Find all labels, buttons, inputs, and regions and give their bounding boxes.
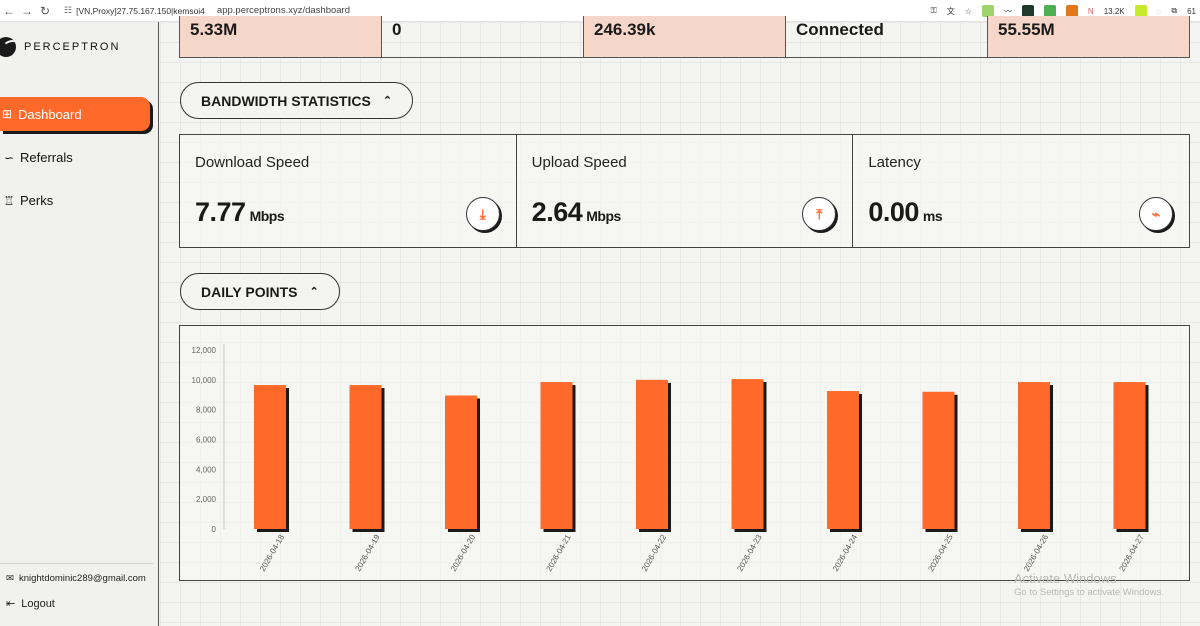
bar [445, 395, 477, 529]
proxy-label: [VN,Proxy]27.75.167.150|kemsoi4 [76, 5, 205, 16]
sidebar-item-label: Perks [20, 193, 54, 208]
extensions-puzzle-icon[interactable]: ⧉ [1171, 6, 1177, 16]
daily-points-section-toggle[interactable]: DAILY POINTS ⌃ [180, 273, 340, 310]
grid-icon: ⊞ [1, 107, 13, 121]
reload-icon[interactable]: ↻ [36, 4, 54, 18]
daily-points-chart-svg: 12,000 10,000 8,000 6,000 4,000 2,000 0 2026-04… [192, 344, 1149, 573]
stat-card: 246.39k [584, 16, 786, 57]
logout-label: Logout [21, 597, 55, 610]
key-icon[interactable]: ⚿ [931, 6, 937, 16]
brand[interactable]: PERCEPTRON [0, 37, 120, 57]
star-icon[interactable]: ☆ [965, 7, 972, 16]
x-tick-label: 2026-04-24 [831, 533, 860, 573]
account-email: knightdominic289@gmail.com [18, 573, 146, 584]
download-value: 7.77 [195, 197, 246, 227]
latency-unit: ms [922, 208, 943, 224]
windows-activation-watermark: Activate Windows Go to Settings to activ… [1014, 571, 1164, 598]
latency-title: Latency [868, 154, 921, 171]
y-tick-label: 6,000 [196, 436, 217, 445]
y-tick-label: 4,000 [196, 465, 217, 474]
bandwidth-section-toggle[interactable]: BANDWIDTH STATISTICS ⌃ [180, 82, 414, 119]
wifi-off-icon[interactable]: ⌁ [1139, 197, 1174, 231]
chevron-up-icon: ⌃ [382, 95, 393, 107]
x-tick-label: 2026-04-26 [1022, 533, 1051, 573]
watermark-title: Activate Windows [1014, 571, 1117, 586]
download-value-row: 7.77 Mbps [195, 197, 285, 228]
upload-unit: Mbps [586, 208, 621, 224]
stats-row: 5.33M 0 246.39k Connected 55.55M [179, 16, 1190, 58]
bar [540, 382, 573, 529]
account-email-row: ✉ knightdominic289@gmail.com [6, 573, 146, 584]
y-tick-label: 12,000 [192, 346, 217, 355]
y-tick-label: 8,000 [196, 406, 217, 415]
latency-value: 0.00 [868, 197, 919, 227]
download-unit: Mbps [249, 208, 285, 224]
site-settings-icon[interactable]: ☷ [64, 5, 72, 16]
bar [922, 391, 955, 529]
extension-wave-icon[interactable]: 〰 [1004, 6, 1012, 17]
daily-points-chart: 12,000 10,000 8,000 6,000 4,000 2,000 0 2026-04… [179, 325, 1190, 581]
trophy-icon: ♖ [3, 193, 15, 208]
logout-icon: ⇤ [6, 598, 16, 610]
upload-speed-card: Upload Speed 2.64 Mbps ⤒ [517, 135, 854, 247]
bar [254, 385, 286, 529]
download-title: Download Speed [195, 154, 310, 171]
download-icon[interactable]: ⤓ [465, 197, 500, 231]
x-tick-label: 2026-04-18 [258, 533, 287, 573]
perceptron-logo-icon [0, 37, 16, 57]
sidebar-item-referrals[interactable]: ∽ Referrals [0, 150, 73, 165]
upload-title: Upload Speed [531, 154, 627, 171]
bar [1113, 382, 1146, 529]
upload-value-row: 2.64 Mbps [531, 197, 622, 228]
download-speed-card: Download Speed 7.77 Mbps ⤓ [180, 135, 517, 247]
address-bar[interactable]: app.perceptrons.xyz/dashboard [217, 5, 350, 16]
x-tick-label: 2026-04-25 [926, 533, 955, 573]
stat-card: Connected [786, 16, 988, 57]
x-tick-label: 2026-04-19 [353, 533, 382, 573]
y-tick-label: 2,000 [196, 495, 217, 504]
mail-icon: ✉ [6, 573, 14, 584]
profile-count[interactable]: 61 [1187, 7, 1196, 16]
upload-icon[interactable]: ⤒ [802, 197, 837, 231]
bar [731, 379, 764, 529]
extension-badge[interactable]: 13.2K [1104, 7, 1125, 16]
latency-value-row: 0.00 ms [868, 197, 942, 228]
bar [636, 379, 668, 529]
chevron-up-icon: ⌃ [309, 286, 319, 298]
link-icon: ∽ [3, 150, 15, 165]
bandwidth-panel: Download Speed 7.77 Mbps ⤓ Upload Speed 2… [179, 134, 1190, 248]
logout-button[interactable]: ⇤ Logout [6, 597, 55, 611]
extension-n-icon[interactable]: N [1088, 7, 1094, 16]
watermark-subtitle: Go to Settings to activate Windows. [1014, 587, 1164, 598]
bar [1018, 382, 1050, 529]
back-icon[interactable]: ← [0, 4, 18, 18]
x-tick-label: 2026-04-23 [735, 533, 764, 573]
sidebar-item-label: Dashboard [18, 106, 82, 122]
latency-card: Latency 0.00 ms ⌁ [853, 135, 1189, 247]
brand-name: PERCEPTRON [24, 41, 121, 53]
stat-card: 0 [382, 16, 584, 57]
main-content: 5.33M 0 246.39k Connected 55.55M BANDWID… [160, 16, 1200, 626]
sidebar-item-label: Referrals [20, 150, 73, 165]
y-tick-label: 10,000 [192, 376, 217, 385]
upload-value: 2.64 [531, 197, 583, 227]
stat-card: 5.33M [180, 16, 382, 57]
x-tick-label: 2026-04-21 [544, 533, 573, 573]
sidebar-divider [0, 563, 153, 564]
x-tick-label: 2026-04-20 [449, 533, 478, 573]
sidebar-item-perks[interactable]: ♖ Perks [0, 193, 54, 208]
translate-icon[interactable]: 文 [947, 6, 955, 17]
daily-points-section-title: DAILY POINTS [201, 283, 298, 300]
bar [349, 385, 382, 529]
bandwidth-section-title: BANDWIDTH STATISTICS [201, 92, 371, 109]
sidebar-item-dashboard[interactable]: ⊞ Dashboard [0, 97, 150, 131]
x-tick-label: 2026-04-27 [1117, 533, 1146, 573]
bar [827, 391, 859, 529]
forward-icon[interactable]: → [18, 4, 36, 18]
sidebar: PERCEPTRON ⊞ Dashboard ∽ Referrals ♖ Per… [0, 22, 159, 626]
extension-gray-icon[interactable]: ◌ [1157, 7, 1162, 16]
stat-card: 55.55M [988, 16, 1189, 57]
x-tick-label: 2026-04-22 [640, 533, 669, 573]
y-tick-label: 0 [212, 525, 217, 534]
